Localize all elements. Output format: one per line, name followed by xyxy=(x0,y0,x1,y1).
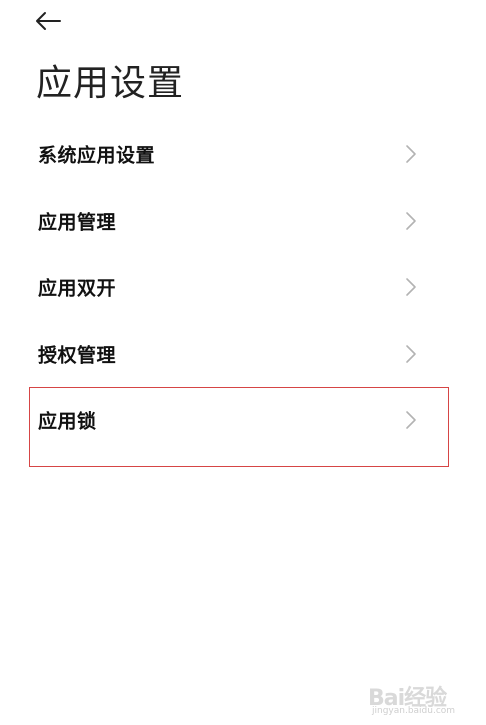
watermark-url: jingyan.baidu.com xyxy=(372,706,456,716)
list-item-label: 授权管理 xyxy=(38,344,117,367)
page-title: 应用设置 xyxy=(36,63,185,104)
chevron-right-icon xyxy=(406,278,416,297)
list-item-label: 应用锁 xyxy=(38,410,97,433)
settings-list: 系统应用设置 应用管理 应用双开 授权管理 应用锁 xyxy=(0,121,486,454)
chevron-right-icon xyxy=(406,411,416,430)
watermark: Bai经验 jingyan.baidu.com xyxy=(368,680,478,720)
list-item-label: 应用双开 xyxy=(38,277,117,300)
list-item-app-lock[interactable]: 应用锁 xyxy=(0,387,486,454)
list-item-label: 系统应用设置 xyxy=(38,144,156,167)
list-item-system-app-settings[interactable]: 系统应用设置 xyxy=(0,121,486,188)
list-item-permissions[interactable]: 授权管理 xyxy=(0,321,486,388)
chevron-right-icon xyxy=(406,344,416,363)
list-item-label: 应用管理 xyxy=(38,211,117,234)
chevron-right-icon xyxy=(406,211,416,230)
back-button[interactable] xyxy=(34,6,70,36)
arrow-left-icon xyxy=(36,12,61,30)
list-item-dual-apps[interactable]: 应用双开 xyxy=(0,254,486,321)
list-item-app-management[interactable]: 应用管理 xyxy=(0,188,486,255)
chevron-right-icon xyxy=(406,145,416,164)
